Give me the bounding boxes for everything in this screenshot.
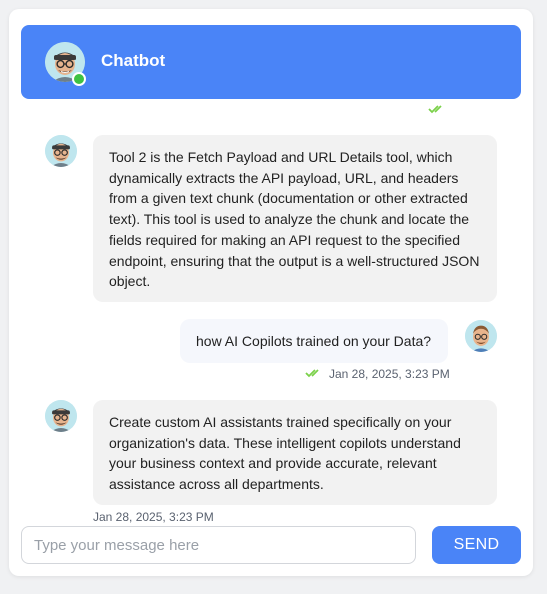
chat-window: Chatbot Tool 2 is the Fetch Payload and …: [9, 9, 533, 576]
bot-message: Tool 2 is the Fetch Payload and URL Deta…: [93, 135, 497, 302]
memoji-icon: [45, 135, 77, 167]
send-button[interactable]: SEND: [432, 526, 521, 564]
double-check-icon: [428, 105, 442, 114]
bot-avatar: [45, 400, 77, 432]
message-text: how AI Copilots trained on your Data?: [196, 333, 432, 349]
user-avatar: [465, 320, 497, 352]
bot-avatar: [45, 135, 77, 167]
message-text: Create custom AI assistants trained spec…: [109, 414, 461, 493]
message-timestamp: Jan 28, 2025, 3:23 PM: [93, 510, 214, 524]
bot-message: Create custom AI assistants trained spec…: [93, 400, 497, 505]
chat-header: Chatbot: [21, 25, 521, 99]
user-memoji-icon: [465, 320, 497, 352]
message-timestamp: Jan 28, 2025, 3:23 PM: [329, 367, 450, 381]
chat-title: Chatbot: [101, 51, 166, 70]
message-text: Tool 2 is the Fetch Payload and URL Deta…: [109, 149, 480, 290]
double-check-icon: [305, 369, 319, 378]
memoji-icon: [45, 400, 77, 432]
message-input[interactable]: [21, 526, 416, 564]
user-message: how AI Copilots trained on your Data?: [180, 319, 448, 363]
online-status-dot: [72, 72, 86, 86]
